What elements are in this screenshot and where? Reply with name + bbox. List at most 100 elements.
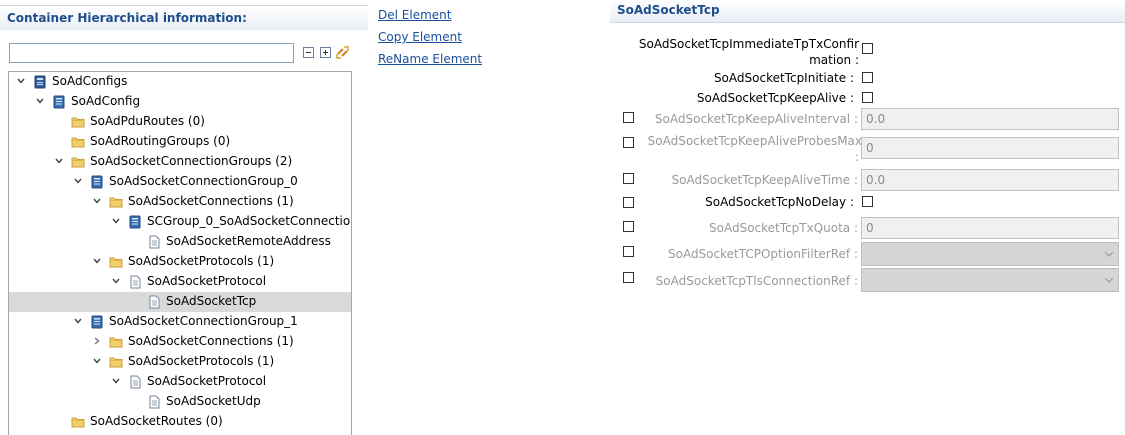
tx-quota-enable-checkbox[interactable] [623, 221, 634, 232]
keepalive-probes-label-line2: : [854, 150, 859, 164]
panel-title: Container Hierarchical information: [7, 11, 247, 25]
tree-node-label: SCGroup_0_SoAdSocketConnectior [147, 214, 352, 228]
tree-node-label: SoAdSocketConnectionGroups (2) [90, 154, 293, 168]
collapse-arrow-icon[interactable] [92, 336, 102, 346]
container-tree[interactable]: SoAdConfigs SoAdConfig SoAdPduRoutes (0) So… [8, 71, 352, 435]
rename-element-link[interactable]: ReName Element [378, 52, 482, 66]
tree-node-label: SoAdSocketConnections (1) [128, 334, 294, 348]
chevron-down-icon [1104, 277, 1114, 283]
immediate-tx-confirmation-checkbox[interactable] [862, 43, 873, 54]
tree-node[interactable]: SoAdConfigs [9, 72, 351, 92]
tree-node[interactable]: SoAdSocketConnectionGroup_0 [9, 172, 351, 192]
tree-node[interactable]: SoAdSocketConnections (1) [9, 192, 351, 212]
folder-icon [71, 157, 85, 168]
tree-node-label: SoAdSocketConnectionGroup_0 [109, 174, 298, 188]
tree-node-label: SoAdSocketTcp [166, 294, 257, 308]
keepalive-time-enable-checkbox[interactable] [623, 173, 634, 184]
del-element-link[interactable]: Del Element [378, 8, 451, 22]
tx-quota-field[interactable]: 0 [861, 217, 1119, 239]
tree-node-label: SoAdConfigs [52, 74, 128, 88]
tree-node[interactable]: SoAdSocketProtocols (1) [9, 252, 351, 272]
tree-node-label: SoAdSocketProtocol [147, 374, 267, 388]
tree-node[interactable]: SoAdSocketTcp [9, 292, 351, 312]
expand-arrow-icon[interactable] [92, 196, 102, 206]
immediate-tx-confirmation-label-line1: SoAdSocketTcpImmediateTpTxConfir [638, 37, 859, 51]
tls-connection-ref-enable-checkbox[interactable] [623, 272, 634, 283]
tree-node-label: SoAdConfig [71, 94, 141, 108]
tree-node[interactable]: SoAdSocketUdp [9, 392, 351, 412]
folder-icon [109, 357, 123, 368]
collapse-all-button[interactable] [303, 47, 314, 58]
tree-node-label: SoAdPduRoutes (0) [90, 114, 205, 128]
tree-node[interactable]: SoAdSocketConnectionGroups (2) [9, 152, 351, 172]
tree-node-label: SoAdSocketConnectionGroup_1 [109, 314, 298, 328]
expand-arrow-icon[interactable] [92, 256, 102, 266]
tree-node[interactable]: SoAdSocketProtocols (1) [9, 352, 351, 372]
tree-node[interactable]: SoAdSocketConnectionGroup_1 [9, 312, 351, 332]
copy-element-link[interactable]: Copy Element [378, 30, 462, 44]
tls-connection-ref-combo[interactable] [861, 268, 1119, 292]
keepalive-time-field[interactable]: 0.0 [861, 169, 1119, 191]
keepalive-label: SoAdSocketTcpKeepAlive : [696, 91, 854, 105]
panel-header: Container Hierarchical information: [0, 5, 368, 30]
keepalive-probes-label-line1: SoAdSocketTcpKeepAliveProbesMax [647, 134, 862, 148]
tree-node[interactable]: SCGroup_0_SoAdSocketConnectior [9, 212, 351, 232]
folder-icon [71, 137, 85, 148]
expand-all-button[interactable] [320, 47, 331, 58]
expand-arrow-icon[interactable] [73, 316, 83, 326]
nodelay-label: SoAdSocketTcpNoDelay : [705, 195, 854, 209]
tree-node[interactable]: SoAdSocketRemoteAddress [9, 232, 351, 252]
container-icon [91, 315, 103, 329]
initiate-label: SoAdSocketTcpInitiate : [713, 71, 854, 85]
folder-icon [71, 117, 85, 128]
keepalive-probes-enable-checkbox[interactable] [623, 137, 634, 148]
nodelay-checkbox[interactable] [862, 196, 873, 207]
expand-arrow-icon[interactable] [111, 216, 121, 226]
document-icon [149, 295, 160, 309]
tree-node-label: SoAdRoutingGroups (0) [90, 134, 231, 148]
expand-arrow-icon[interactable] [73, 176, 83, 186]
tree-node-label: SoAdSocketConnections (1) [128, 194, 294, 208]
tree-node[interactable]: SoAdSocketProtocol [9, 372, 351, 392]
initiate-checkbox[interactable] [862, 72, 873, 83]
tree-node[interactable]: SoAdSocketProtocol [9, 272, 351, 292]
option-filter-ref-combo[interactable] [861, 242, 1119, 266]
properties-title: SoAdSocketTcp [617, 3, 720, 17]
keepalive-checkbox[interactable] [862, 92, 873, 103]
tree-node-label: SoAdSocketUdp [166, 394, 261, 408]
tree-node[interactable]: SoAdSocketRoutes (0) [9, 412, 351, 432]
tree-filter-input[interactable] [9, 43, 294, 63]
tree-node[interactable]: SoAdConfig [9, 92, 351, 112]
chevron-down-icon [1104, 251, 1114, 257]
module-icon [34, 75, 46, 89]
container-icon [53, 95, 65, 109]
tree-node-label: SoAdSocketRoutes (0) [90, 414, 223, 428]
expand-arrow-icon[interactable] [111, 276, 121, 286]
tree-node[interactable]: SoAdSocketConnections (1) [9, 332, 351, 352]
expand-arrow-icon[interactable] [92, 356, 102, 366]
container-icon [91, 175, 103, 189]
tree-node[interactable]: SoAdRoutingGroups (0) [9, 132, 351, 152]
tree-node[interactable]: SoAdPduRoutes (0) [9, 112, 351, 132]
keepalive-interval-enable-checkbox[interactable] [623, 112, 634, 123]
container-hierarchy-panel: Container Hierarchical information: SoAd… [0, 0, 368, 435]
tree-node-label: SoAdSocketProtocols (1) [128, 354, 275, 368]
nodelay-enable-checkbox[interactable] [623, 197, 634, 208]
expand-arrow-icon[interactable] [16, 76, 26, 86]
option-filter-ref-enable-checkbox[interactable] [623, 246, 634, 257]
folder-icon [109, 197, 123, 208]
folder-icon [71, 417, 85, 428]
tree-node-label: SoAdSocketProtocol [147, 274, 267, 288]
expand-arrow-icon[interactable] [35, 96, 45, 106]
properties-header: SoAdSocketTcp [610, 0, 1125, 23]
document-icon [130, 375, 141, 389]
document-icon [149, 235, 160, 249]
keepalive-probes-field[interactable]: 0 [861, 137, 1119, 159]
immediate-tx-confirmation-label-line2: mation : [809, 53, 859, 67]
expand-arrow-icon[interactable] [54, 156, 64, 166]
keepalive-interval-field[interactable]: 0.0 [861, 108, 1119, 130]
link-with-editor-icon[interactable] [335, 45, 350, 60]
expand-arrow-icon[interactable] [111, 376, 121, 386]
option-filter-ref-label: SoAdSocketTCPOptionFilterRef : [667, 247, 858, 261]
folder-icon [109, 337, 123, 348]
